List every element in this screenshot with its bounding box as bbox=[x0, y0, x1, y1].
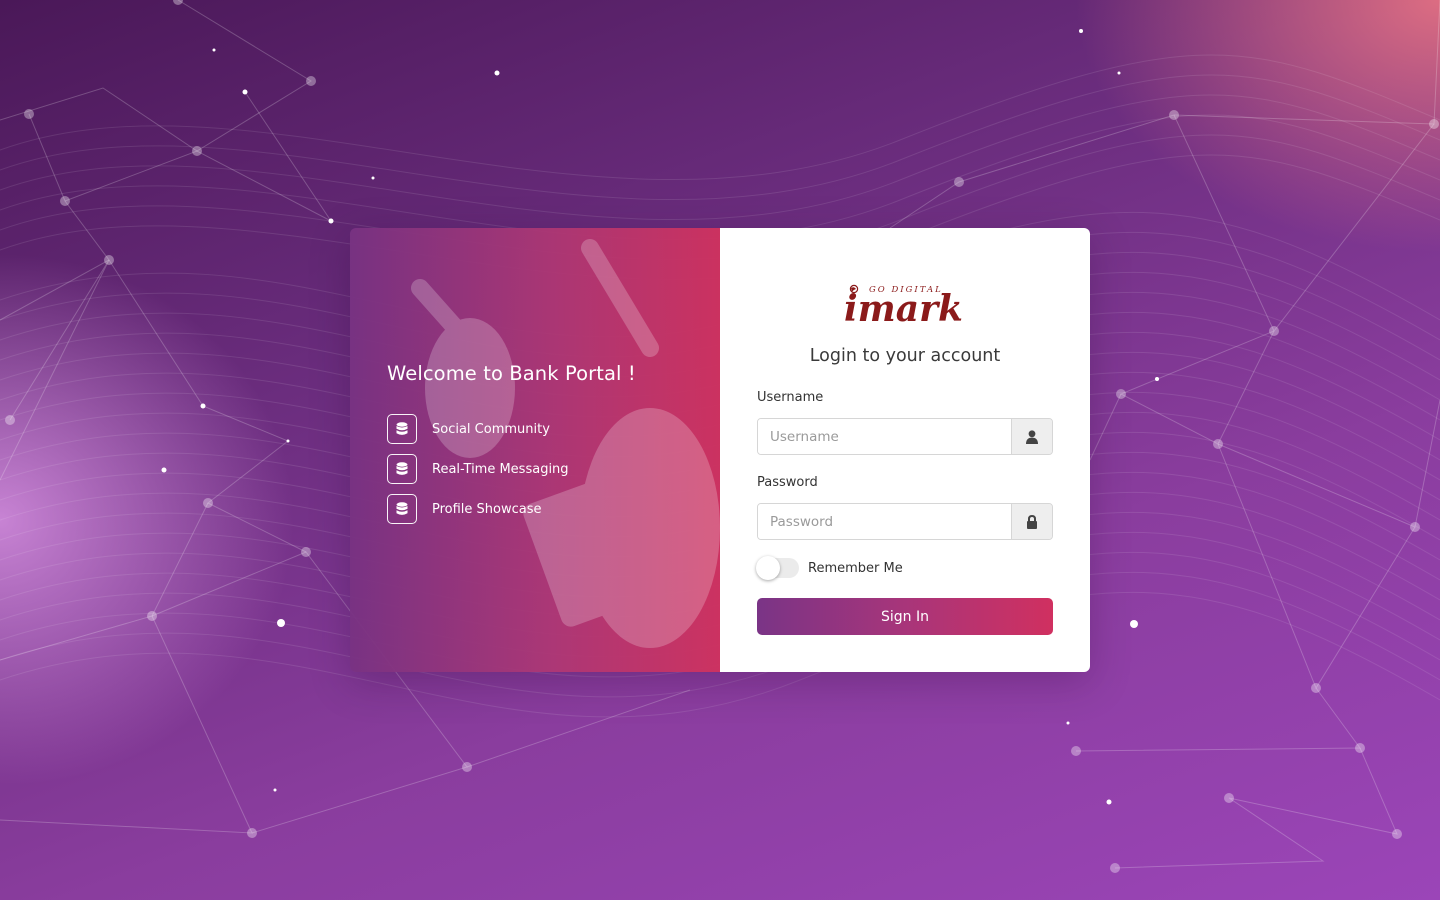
user-icon bbox=[1011, 419, 1052, 454]
lock-icon bbox=[1011, 504, 1052, 539]
username-input-group bbox=[757, 418, 1053, 455]
feature-item: Social Community bbox=[387, 414, 569, 444]
login-card: Welcome to Bank Portal ! Social Communit… bbox=[350, 228, 1090, 672]
password-input[interactable] bbox=[758, 504, 1011, 539]
password-input-group bbox=[757, 503, 1053, 540]
remember-me-label: Remember Me bbox=[808, 560, 903, 576]
feature-list: Social Community Real-Time Messaging Pro… bbox=[387, 414, 569, 534]
username-label: Username bbox=[757, 390, 824, 405]
feature-item: Real-Time Messaging bbox=[387, 454, 569, 484]
password-label: Password bbox=[757, 475, 818, 490]
username-input[interactable] bbox=[758, 419, 1011, 454]
database-icon bbox=[387, 454, 417, 484]
logo-name: imark bbox=[844, 288, 963, 326]
remember-me: Remember Me bbox=[756, 556, 903, 580]
database-icon bbox=[387, 414, 417, 444]
toggle-knob bbox=[756, 556, 780, 580]
welcome-panel: Welcome to Bank Portal ! Social Communit… bbox=[350, 228, 720, 672]
login-panel: GO DIGITAL imark Login to your account U… bbox=[720, 228, 1090, 672]
feature-label: Social Community bbox=[432, 421, 550, 437]
feature-item: Profile Showcase bbox=[387, 494, 569, 524]
login-title: Login to your account bbox=[809, 346, 1001, 366]
sign-in-button[interactable]: Sign In bbox=[757, 598, 1053, 635]
remember-me-toggle[interactable] bbox=[756, 556, 799, 580]
feature-label: Profile Showcase bbox=[432, 501, 542, 517]
imark-logo: GO DIGITAL imark bbox=[844, 284, 963, 326]
database-icon bbox=[387, 494, 417, 524]
feature-label: Real-Time Messaging bbox=[432, 461, 569, 477]
welcome-title: Welcome to Bank Portal ! bbox=[387, 362, 636, 385]
